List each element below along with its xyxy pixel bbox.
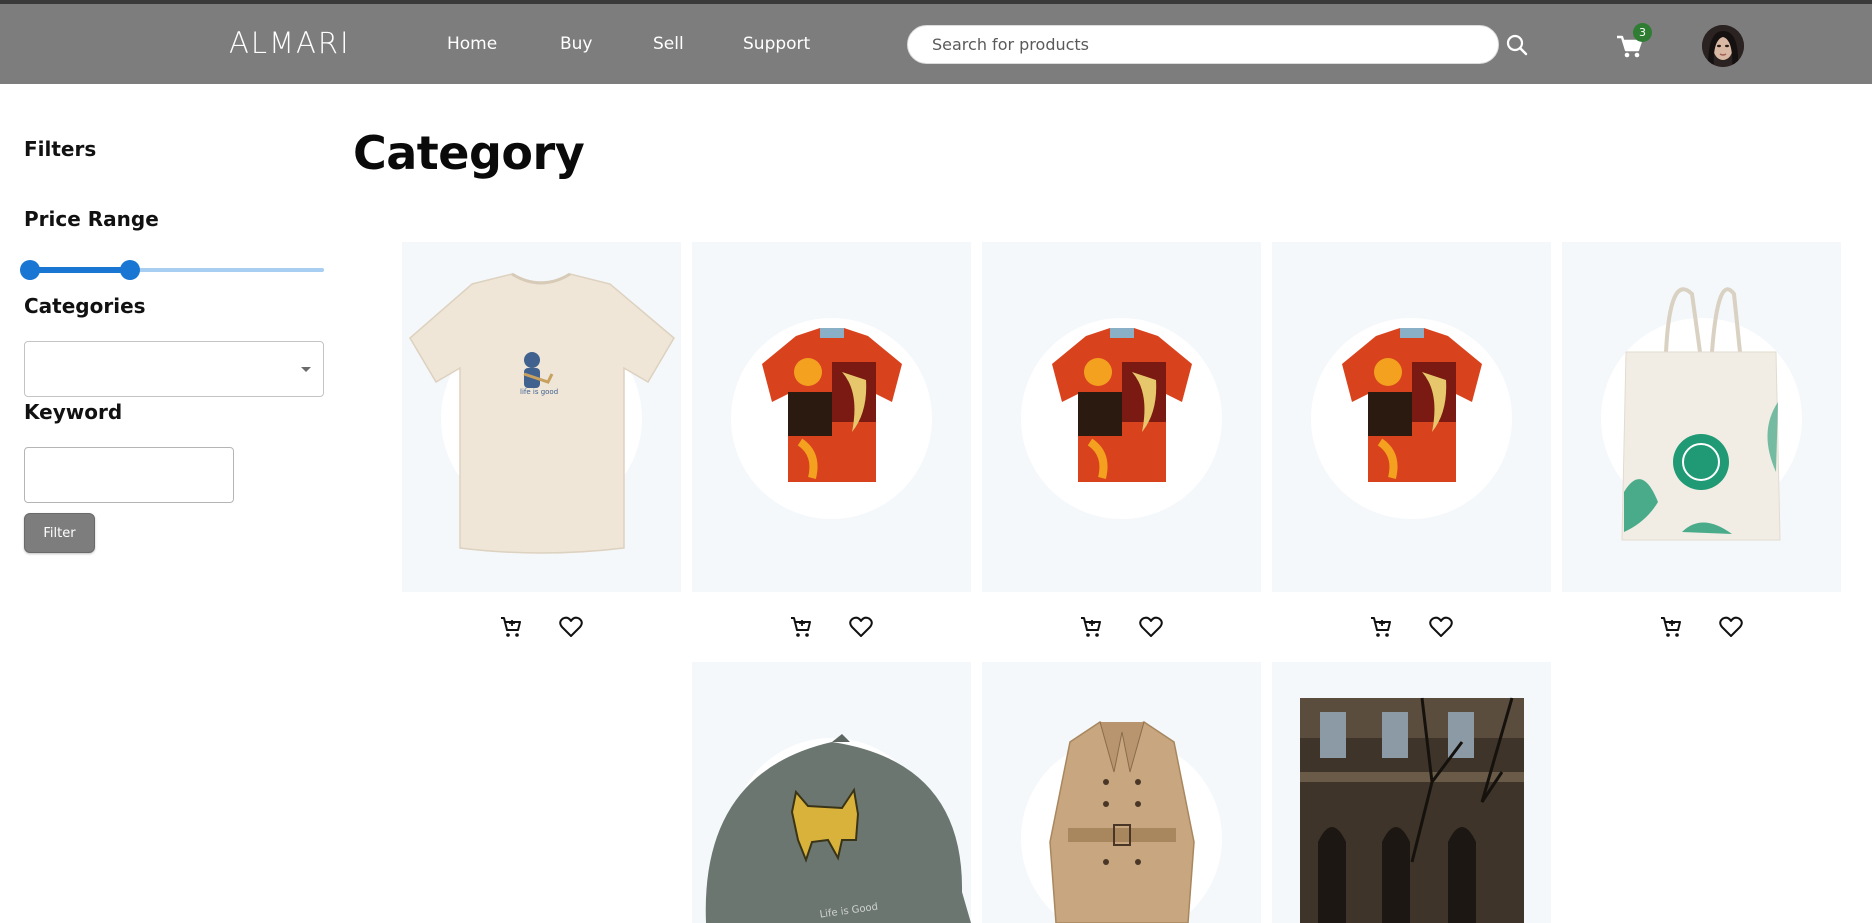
add-to-cart-button[interactable] xyxy=(788,614,814,640)
avatar[interactable] xyxy=(1702,25,1744,67)
add-to-cart-icon xyxy=(1661,617,1681,637)
hawaiian-shirt-image xyxy=(1342,328,1482,482)
page-title: Category xyxy=(353,126,585,180)
wishlist-button[interactable] xyxy=(558,614,584,640)
add-to-cart-icon xyxy=(501,617,521,637)
heart-icon xyxy=(1719,616,1743,637)
search-icon xyxy=(1506,34,1528,56)
heart-icon xyxy=(1429,616,1453,637)
price-range-label: Price Range xyxy=(24,207,159,231)
wishlist-button[interactable] xyxy=(848,614,874,640)
user-avatar-image xyxy=(1702,25,1744,67)
price-range-slider[interactable] xyxy=(20,260,324,280)
product-actions xyxy=(982,614,1261,642)
filter-button[interactable]: Filter xyxy=(24,513,95,553)
product-card[interactable] xyxy=(982,662,1261,923)
add-to-cart-button[interactable] xyxy=(1368,614,1394,640)
product-actions xyxy=(1562,614,1841,642)
tote-bag-image xyxy=(1621,287,1781,541)
filters-title: Filters xyxy=(24,137,97,161)
tshirt-image: life is good xyxy=(409,272,675,554)
slider-thumb-max[interactable] xyxy=(119,260,140,280)
slider-track xyxy=(30,267,130,273)
svg-text:life is good: life is good xyxy=(520,388,558,396)
product-actions xyxy=(692,614,971,642)
wishlist-button[interactable] xyxy=(1718,614,1744,640)
nav-home[interactable]: Home xyxy=(447,34,497,54)
nav-buy[interactable]: Buy xyxy=(560,34,593,54)
trench-coat-image xyxy=(1049,721,1195,923)
product-card[interactable]: Life is Good xyxy=(692,662,971,923)
wishlist-button[interactable] xyxy=(1428,614,1454,640)
heart-icon xyxy=(849,616,873,637)
nav-sell[interactable]: Sell xyxy=(653,34,684,54)
product-card[interactable] xyxy=(1272,242,1551,592)
add-to-cart-button[interactable] xyxy=(1658,614,1684,640)
keyword-input[interactable] xyxy=(24,447,234,503)
search-button[interactable] xyxy=(1504,32,1530,58)
categories-select[interactable] xyxy=(24,341,324,397)
keyword-label: Keyword xyxy=(24,400,123,424)
cart-count-badge: 3 xyxy=(1633,23,1652,42)
categories-label: Categories xyxy=(24,294,146,318)
product-card[interactable] xyxy=(982,242,1261,592)
logo[interactable]: ALMARI xyxy=(229,26,351,60)
slider-thumb-min[interactable] xyxy=(20,260,40,280)
product-actions xyxy=(402,614,681,642)
search-input[interactable] xyxy=(907,25,1499,64)
product-card[interactable] xyxy=(692,242,971,592)
product-card[interactable] xyxy=(1562,242,1841,592)
heart-icon xyxy=(1139,616,1163,637)
product-card[interactable] xyxy=(1272,662,1551,923)
add-to-cart-button[interactable] xyxy=(498,614,524,640)
building-photo-image xyxy=(1300,697,1524,923)
wishlist-button[interactable] xyxy=(1138,614,1164,640)
dropdown-arrow-icon xyxy=(301,367,311,372)
product-actions xyxy=(1272,614,1551,642)
hawaiian-shirt-image xyxy=(1052,328,1192,482)
add-to-cart-button[interactable] xyxy=(1078,614,1104,640)
hawaiian-shirt-image xyxy=(762,328,902,482)
navbar: ALMARI Home Buy Sell Support 3 xyxy=(0,4,1872,84)
nav-support[interactable]: Support xyxy=(743,34,810,54)
product-card[interactable]: life is good xyxy=(402,242,681,592)
cap-image: Life is Good xyxy=(705,734,971,923)
add-to-cart-icon xyxy=(1371,617,1391,637)
add-to-cart-icon xyxy=(791,617,811,637)
heart-icon xyxy=(559,616,583,637)
add-to-cart-icon xyxy=(1081,617,1101,637)
